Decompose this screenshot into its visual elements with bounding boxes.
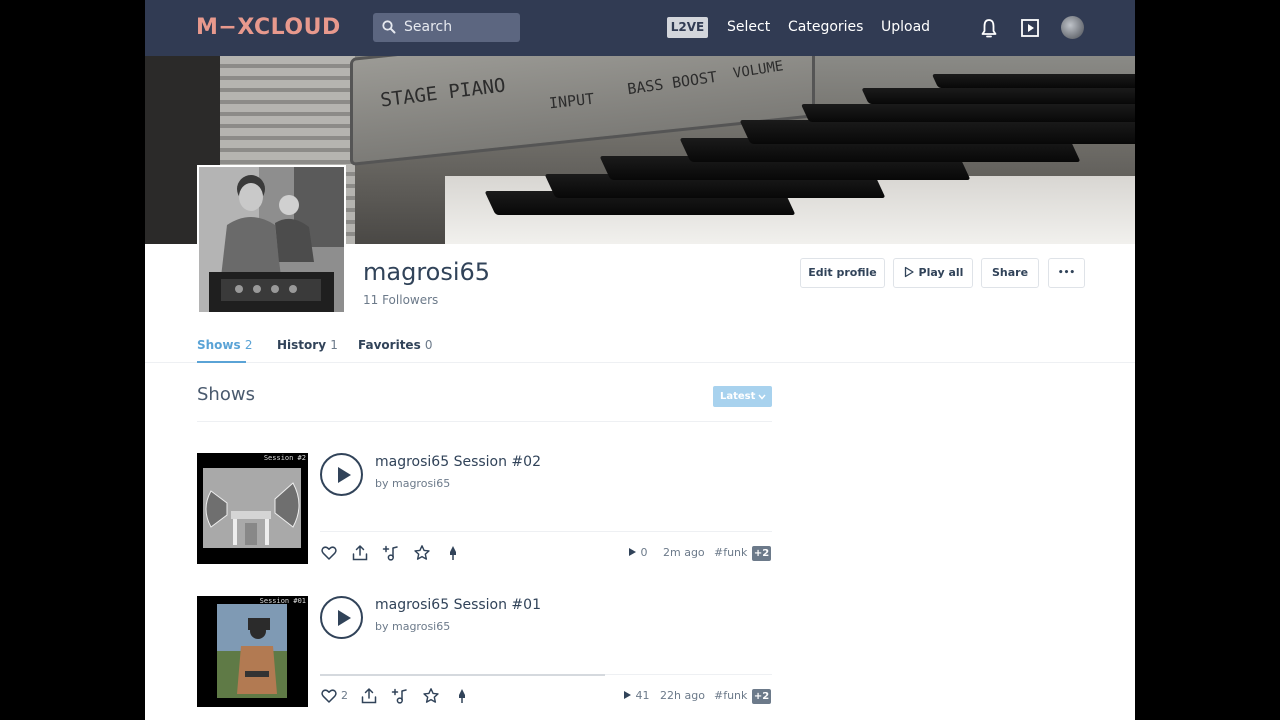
- tab-history-count: 1: [330, 338, 338, 352]
- followers-count[interactable]: 11 Followers: [363, 292, 438, 308]
- play-count-value: 41: [635, 689, 650, 702]
- mixcloud-logo[interactable]: M−XCLOUD: [196, 14, 341, 42]
- piano-black-key: [861, 88, 1135, 104]
- play-count-value: 0: [640, 546, 648, 559]
- heart-icon[interactable]: [320, 687, 338, 705]
- share-button[interactable]: Share: [981, 258, 1039, 288]
- section-divider: [197, 421, 772, 422]
- piano-black-key: [739, 120, 1135, 144]
- more-tags-badge[interactable]: +2: [752, 689, 771, 704]
- tab-shows-count: 2: [244, 338, 253, 352]
- upload-age: 2m ago: [663, 546, 705, 559]
- upload-age: 22h ago: [660, 689, 705, 702]
- star-icon[interactable]: [413, 544, 431, 562]
- show-artwork[interactable]: Session #01: [197, 596, 308, 707]
- show-item: Session #01 magrosi65 Session #01 by mag…: [197, 596, 772, 708]
- boost-rocket-icon[interactable]: [453, 687, 471, 705]
- more-options-button[interactable]: •••: [1048, 258, 1085, 288]
- play-outline-icon: [904, 266, 914, 278]
- nav-upload[interactable]: Upload: [881, 18, 930, 37]
- play-square-icon[interactable]: [1019, 17, 1041, 39]
- search-input[interactable]: Search: [373, 13, 520, 42]
- tab-favorites[interactable]: Favorites 0: [358, 337, 433, 353]
- chevron-down-icon: [758, 394, 766, 400]
- play-all-button[interactable]: Play all: [893, 258, 973, 288]
- play-button[interactable]: [320, 453, 363, 496]
- tab-shows-label: Shows: [197, 338, 241, 352]
- play-button[interactable]: [320, 596, 363, 639]
- play-count: 0: [628, 546, 648, 560]
- show-title[interactable]: magrosi65 Session #02: [375, 453, 541, 471]
- show-artwork[interactable]: Session #2: [197, 453, 308, 564]
- live-button[interactable]: L2VE: [667, 17, 708, 38]
- waveform-track[interactable]: [320, 531, 772, 532]
- artwork-label: Session #01: [259, 597, 306, 605]
- show-byline[interactable]: by magrosi65: [375, 620, 450, 634]
- active-tab-indicator: [197, 361, 246, 363]
- session-photo-artwork: [197, 596, 308, 707]
- tab-favorites-label: Favorites: [358, 338, 421, 352]
- heart-icon[interactable]: [320, 544, 338, 562]
- tag-link[interactable]: #funk: [714, 689, 747, 703]
- more-tags-badge[interactable]: +2: [752, 546, 771, 561]
- page: M−XCLOUD Search L2VE Select Categories U…: [145, 0, 1135, 720]
- play-count: 41: [623, 689, 650, 703]
- sort-dropdown[interactable]: Latest: [713, 386, 772, 407]
- user-avatar[interactable]: [1061, 16, 1084, 39]
- profile-picture[interactable]: [197, 165, 346, 314]
- profile-photo: [199, 167, 344, 312]
- profile-username: magrosi65: [363, 258, 491, 286]
- sort-label: Latest: [720, 391, 756, 402]
- upload-share-icon[interactable]: [351, 544, 369, 562]
- section-title: Shows: [197, 384, 255, 405]
- waveform-progress: [320, 674, 605, 676]
- add-to-playlist-icon[interactable]: [382, 544, 400, 562]
- tab-favorites-count: 0: [424, 338, 433, 352]
- tag-link[interactable]: #funk: [714, 546, 747, 560]
- gramophone-artwork: [197, 453, 308, 564]
- nav-select[interactable]: Select: [727, 18, 770, 37]
- add-to-playlist-icon[interactable]: [391, 687, 409, 705]
- upload-share-icon[interactable]: [360, 687, 378, 705]
- likes-count: 2: [341, 689, 348, 702]
- artwork-label: Session #2: [263, 454, 306, 462]
- show-item: Session #2 magrosi65 Session #02 by magr…: [197, 453, 772, 565]
- tab-history-label: History: [277, 338, 327, 352]
- play-all-label: Play all: [918, 266, 964, 279]
- edit-profile-button[interactable]: Edit profile: [800, 258, 885, 288]
- tabs-divider: [145, 362, 1135, 363]
- star-icon[interactable]: [422, 687, 440, 705]
- search-placeholder: Search: [404, 19, 453, 35]
- search-icon: [382, 20, 396, 34]
- tab-shows[interactable]: Shows 2: [197, 337, 253, 353]
- boost-rocket-icon[interactable]: [444, 544, 462, 562]
- piano-black-key: [931, 74, 1135, 88]
- top-navigation-bar: M−XCLOUD Search L2VE Select Categories U…: [145, 0, 1135, 56]
- piano-black-key: [800, 104, 1135, 122]
- plays-icon: [629, 548, 636, 556]
- show-title[interactable]: magrosi65 Session #01: [375, 596, 541, 614]
- tab-history[interactable]: History 1: [277, 337, 338, 353]
- show-byline[interactable]: by magrosi65: [375, 477, 450, 491]
- bell-icon[interactable]: [978, 17, 1000, 39]
- plays-icon: [624, 691, 631, 699]
- nav-categories[interactable]: Categories: [788, 18, 863, 37]
